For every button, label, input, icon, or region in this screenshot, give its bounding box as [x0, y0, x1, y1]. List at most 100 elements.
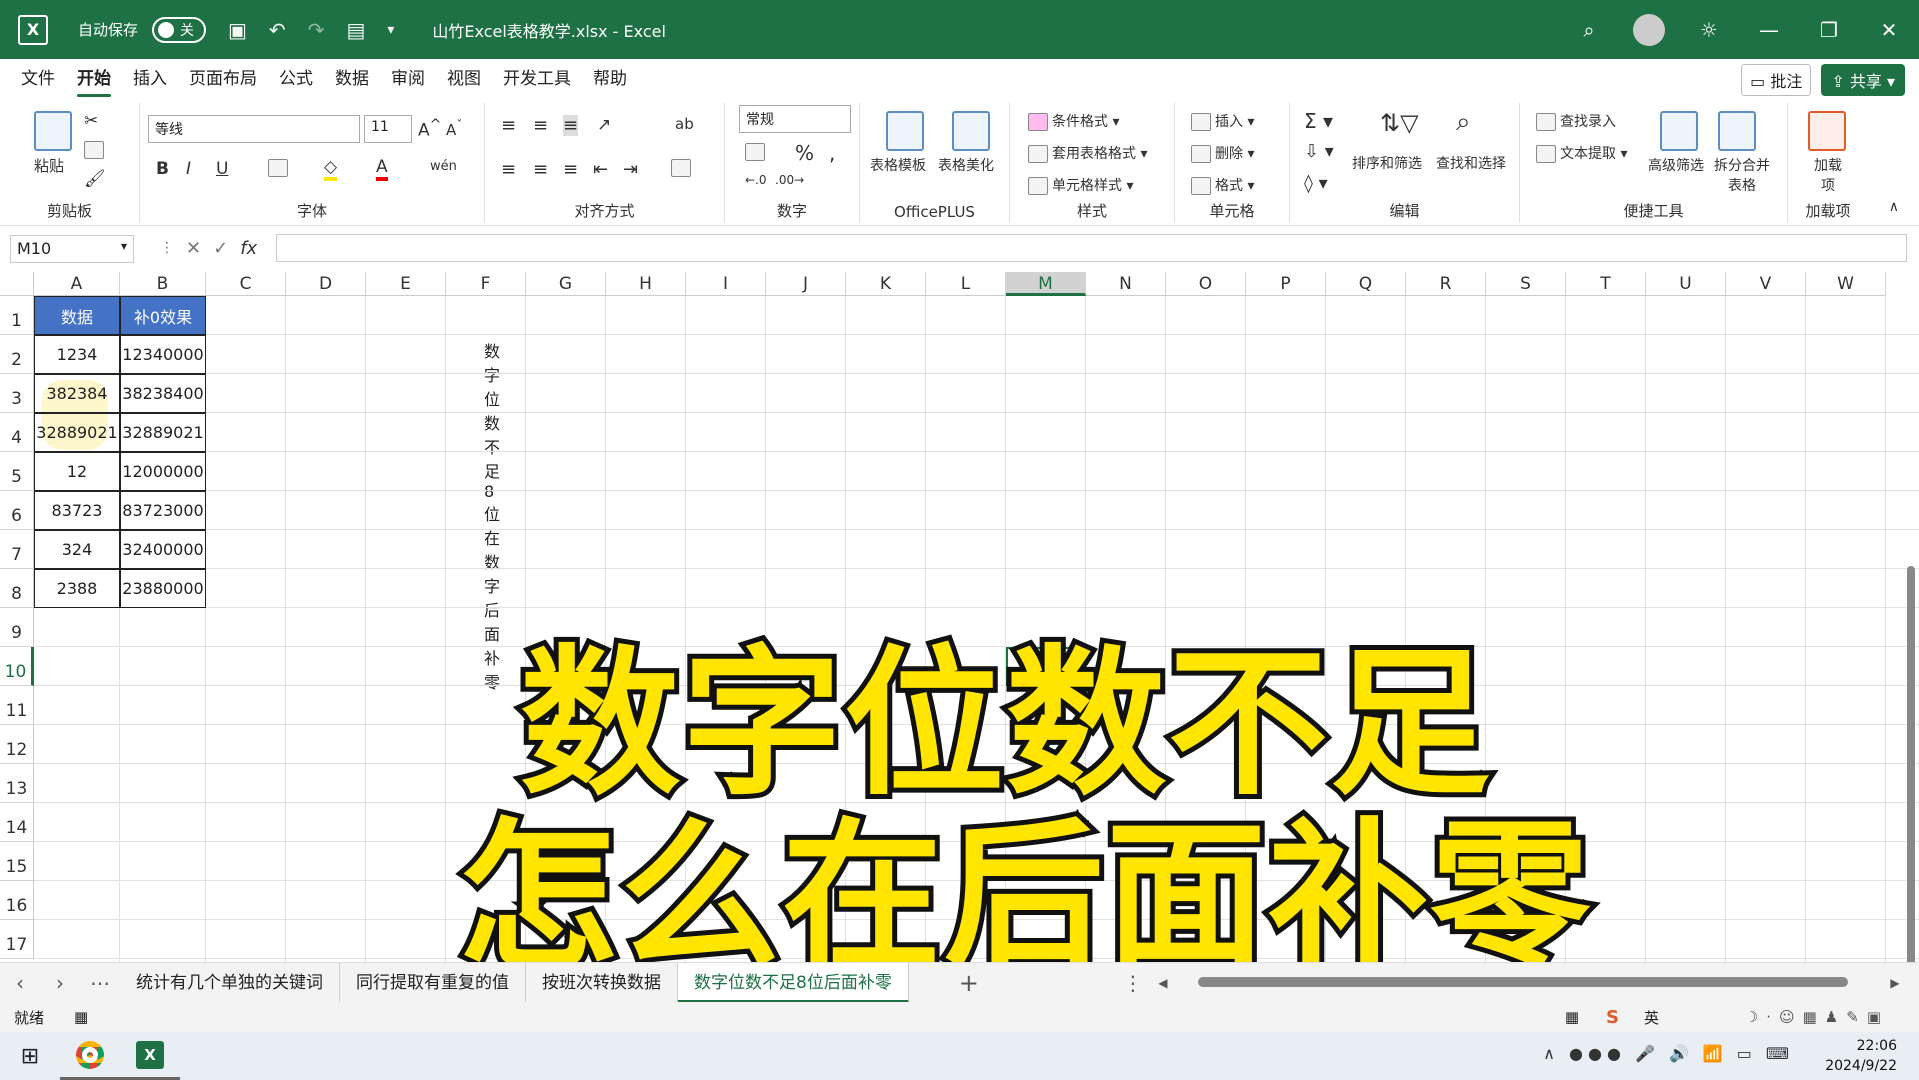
more-sheets-icon[interactable]: ⋯: [80, 971, 120, 995]
column-header-S[interactable]: S: [1486, 272, 1566, 296]
chrome-icon[interactable]: [60, 1032, 120, 1080]
align-middle-icon[interactable]: ≡: [533, 115, 548, 136]
font-size-select[interactable]: 11: [364, 115, 412, 143]
table-cell[interactable]: 12340000: [120, 335, 206, 374]
row-header-14[interactable]: 14: [0, 803, 34, 842]
row-header-1[interactable]: 1: [0, 296, 34, 335]
table-cell[interactable]: 32889021: [120, 413, 206, 452]
tab-view[interactable]: 视图: [436, 59, 492, 99]
redo-icon[interactable]: ↷: [308, 18, 325, 42]
column-header-E[interactable]: E: [366, 272, 446, 296]
table-cell[interactable]: 382384: [34, 374, 120, 413]
addin-label[interactable]: 加载项: [1810, 155, 1846, 195]
number-format-select[interactable]: 常规: [739, 105, 851, 133]
row-header-12[interactable]: 12: [0, 725, 34, 764]
scroll-right-icon[interactable]: ▶: [1885, 976, 1905, 990]
align-center-icon[interactable]: ≡: [533, 159, 548, 180]
worksheet-grid[interactable]: ABCDEFGHIJKLMNOPQRSTUVW 1 2 3 4 5 6 7 8 9 10 11 12 1…: [0, 272, 1919, 962]
table-beautify-label[interactable]: 表格美化: [938, 155, 994, 175]
column-header-T[interactable]: T: [1566, 272, 1646, 296]
keyboard-icon[interactable]: ⌨: [1766, 1044, 1789, 1063]
clear-icon[interactable]: ◊ ▾: [1304, 173, 1328, 194]
column-header-K[interactable]: K: [846, 272, 926, 296]
insert-function-button[interactable]: fx: [240, 238, 257, 259]
find-select-label[interactable]: 查找和选择: [1436, 153, 1506, 173]
row-header-8[interactable]: 8: [0, 569, 34, 608]
table-cell[interactable]: 38238400: [120, 374, 206, 413]
font-family-select[interactable]: 等线: [148, 115, 360, 143]
mic-icon[interactable]: 🎤: [1635, 1044, 1655, 1063]
row-header-4[interactable]: 4: [0, 413, 34, 452]
column-header-Q[interactable]: Q: [1326, 272, 1406, 296]
table-format-button[interactable]: 套用表格格式 ▾: [1028, 143, 1147, 163]
table-cell[interactable]: 23880000: [120, 569, 206, 608]
clock[interactable]: 22:06 2024/9/22: [1825, 1036, 1897, 1076]
autosum-icon[interactable]: Σ ▾: [1304, 109, 1333, 133]
tab-developer[interactable]: 开发工具: [492, 59, 582, 99]
tab-help[interactable]: 帮助: [582, 59, 638, 99]
find-icon[interactable]: ⌕: [1456, 107, 1471, 138]
undo-icon[interactable]: ↶: [269, 18, 286, 42]
decrease-decimal-icon[interactable]: .00→: [775, 173, 804, 187]
name-box[interactable]: M10 ▾: [10, 235, 134, 263]
tab-insert[interactable]: 插入: [122, 59, 178, 99]
tray-chevron-icon[interactable]: ∧: [1543, 1044, 1555, 1063]
align-top-icon[interactable]: ≡: [501, 115, 516, 136]
sort-filter-icon[interactable]: ⇅▽: [1380, 109, 1419, 137]
grow-font-icon[interactable]: A^: [418, 117, 442, 141]
row-header-13[interactable]: 13: [0, 764, 34, 803]
table-cell[interactable]: 2388: [34, 569, 120, 608]
align-left-icon[interactable]: ≡: [501, 159, 516, 180]
windows-start-icon[interactable]: ⊞: [0, 1032, 60, 1080]
close-icon[interactable]: ✕: [1859, 18, 1919, 42]
customize-qat-icon[interactable]: ▾: [387, 22, 394, 38]
restore-icon[interactable]: ❐: [1799, 18, 1859, 42]
tab-formulas[interactable]: 公式: [268, 59, 324, 99]
tab-file[interactable]: 文件: [10, 59, 66, 99]
tab-data[interactable]: 数据: [324, 59, 380, 99]
column-header-V[interactable]: V: [1726, 272, 1806, 296]
table-cell[interactable]: 32889021: [34, 413, 120, 452]
column-header-P[interactable]: P: [1246, 272, 1326, 296]
table-cell[interactable]: 83723: [34, 491, 120, 530]
increase-decimal-icon[interactable]: ←.0: [745, 173, 767, 187]
row-header-9[interactable]: 9: [0, 608, 34, 647]
prev-sheet-icon[interactable]: ‹: [0, 971, 40, 995]
row-header-10[interactable]: 10: [0, 647, 34, 686]
column-header-O[interactable]: O: [1166, 272, 1246, 296]
cell-style-button[interactable]: 单元格样式 ▾: [1028, 175, 1133, 195]
row-header-17[interactable]: 17: [0, 920, 34, 959]
row-header-11[interactable]: 11: [0, 686, 34, 725]
more-icon[interactable]: ⋮: [160, 240, 174, 256]
decrease-indent-icon[interactable]: ⇤: [593, 159, 608, 180]
column-header-N[interactable]: N: [1086, 272, 1166, 296]
avatar[interactable]: [1633, 13, 1665, 46]
scroll-thumb[interactable]: [1907, 566, 1915, 962]
paste-icon[interactable]: [34, 111, 72, 151]
column-header-U[interactable]: U: [1646, 272, 1726, 296]
column-header-W[interactable]: W: [1806, 272, 1886, 296]
sogou-icon[interactable]: S: [1606, 1007, 1619, 1028]
tab-page-layout[interactable]: 页面布局: [178, 59, 268, 99]
sheet-tab[interactable]: 同行提取有重复的值: [340, 962, 526, 1003]
conditional-format-button[interactable]: 条件格式 ▾: [1028, 111, 1119, 131]
paste-label[interactable]: 粘贴: [34, 155, 64, 176]
table-template-icon[interactable]: [886, 111, 924, 151]
row-header-15[interactable]: 15: [0, 842, 34, 881]
collapse-ribbon-icon[interactable]: ∧: [1889, 199, 1899, 215]
share-button[interactable]: ⇪ 共享 ▾: [1821, 64, 1905, 96]
column-header-D[interactable]: D: [286, 272, 366, 296]
table-cell[interactable]: 12: [34, 452, 120, 491]
lightbulb-icon[interactable]: ☼: [1679, 18, 1739, 42]
table-template-label[interactable]: 表格模板: [870, 155, 926, 175]
wrap-text-icon[interactable]: ab: [675, 115, 694, 133]
underline-button[interactable]: U: [216, 159, 228, 179]
addin-icon[interactable]: [1808, 111, 1846, 151]
sheet-tab-active[interactable]: 数字位数不足8位后面补零: [678, 962, 909, 1003]
font-color-icon[interactable]: A: [376, 157, 388, 181]
ime-lang[interactable]: 英: [1644, 1007, 1659, 1028]
merge-center-icon[interactable]: [671, 159, 695, 177]
comments-button[interactable]: ▭ 批注: [1741, 64, 1812, 96]
accessibility-icon[interactable]: ▦: [74, 1008, 88, 1026]
formula-input[interactable]: [276, 234, 1907, 262]
